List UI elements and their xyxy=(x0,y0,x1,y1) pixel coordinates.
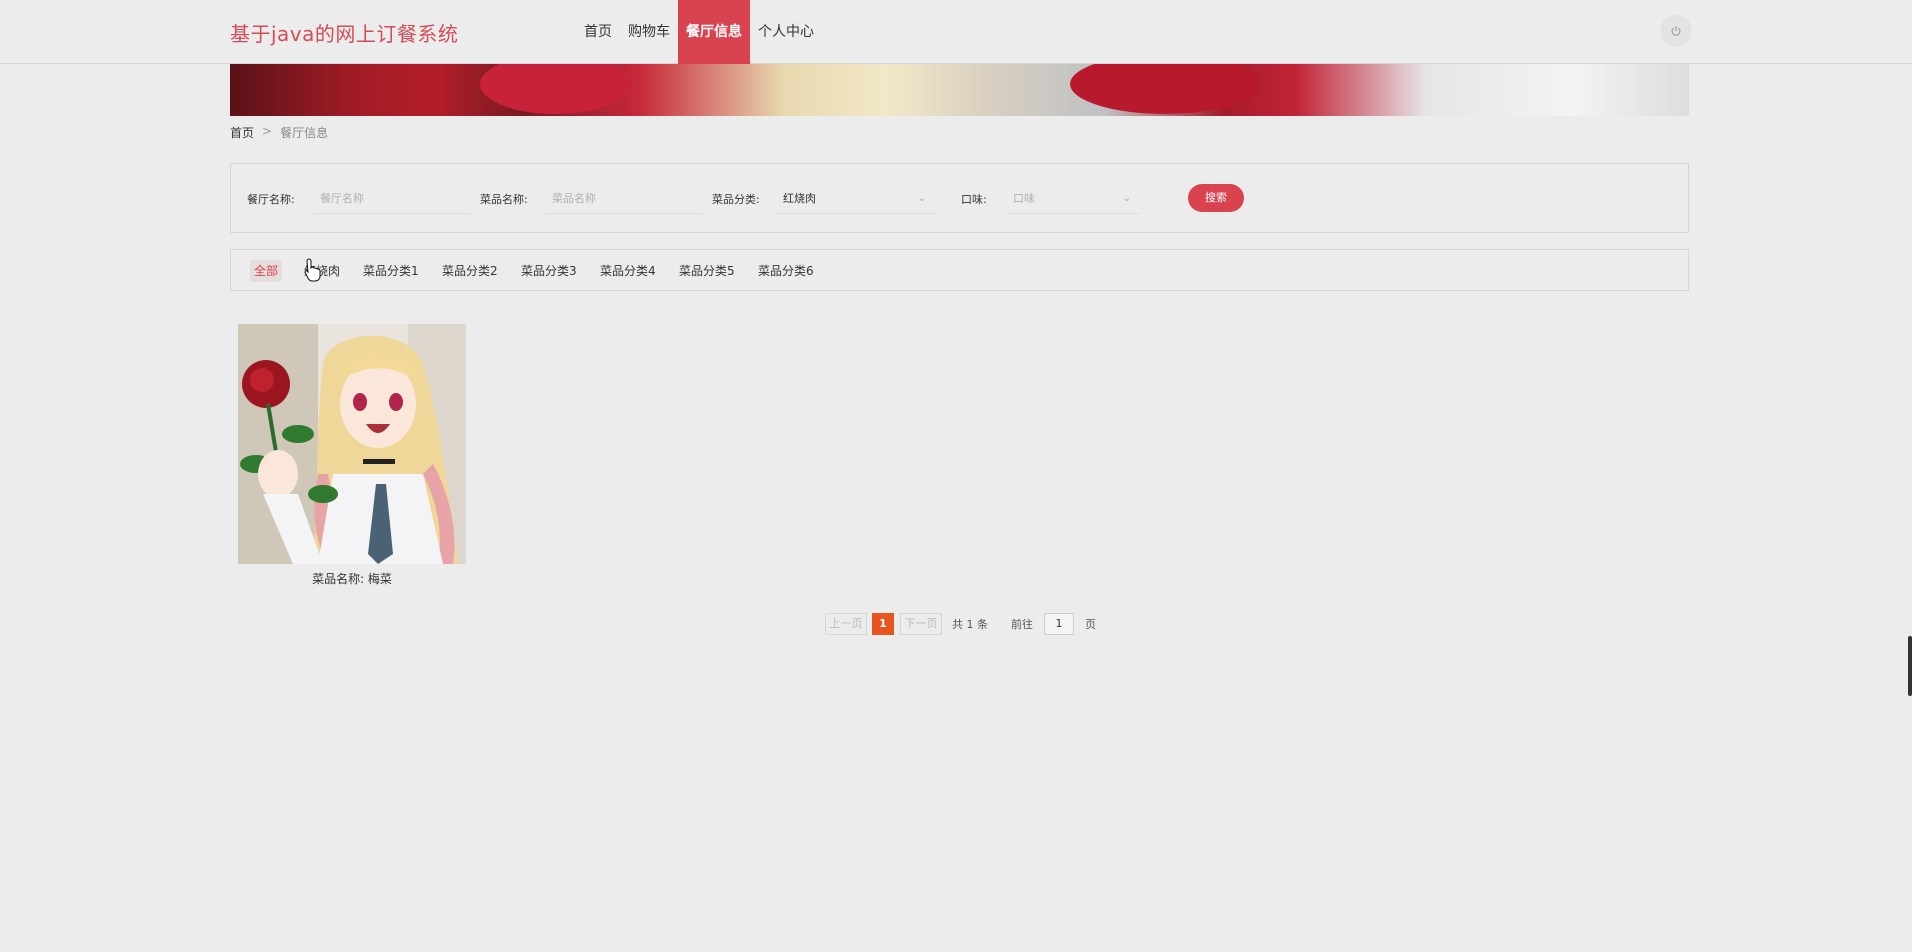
category-select[interactable]: 红烧肉 ⌄ xyxy=(776,184,936,214)
taste-select[interactable]: 口味 ⌄ xyxy=(1006,184,1141,214)
scrollbar-thumb[interactable] xyxy=(1908,636,1912,696)
nav-cart[interactable]: 购物车 xyxy=(620,0,678,64)
breadcrumb-current: 餐厅信息 xyxy=(280,126,329,140)
total-count: 共 1 条 xyxy=(952,618,988,631)
goto-label: 前往 xyxy=(1011,618,1033,631)
taste-label: 口味: xyxy=(961,193,987,206)
next-page-button[interactable]: 下一页 xyxy=(900,613,942,635)
product-card[interactable]: 菜品名称: 梅菜 xyxy=(238,324,466,587)
category-label: 菜品分类: xyxy=(712,193,760,206)
category-tab-5[interactable]: 菜品分类5 xyxy=(675,260,739,282)
site-title[interactable]: 基于java的网上订餐系统 xyxy=(230,18,458,47)
dish-name-input[interactable] xyxy=(545,184,703,214)
restaurant-name-label: 餐厅名称: xyxy=(247,193,295,206)
hand-cursor-icon xyxy=(304,258,321,282)
category-select-value: 红烧肉 xyxy=(783,192,816,205)
product-image[interactable] xyxy=(238,324,466,564)
power-icon xyxy=(1671,26,1681,36)
category-tab-all[interactable]: 全部 xyxy=(250,260,283,282)
breadcrumb-separator: > xyxy=(262,124,273,138)
category-tab-3[interactable]: 菜品分类3 xyxy=(517,260,581,282)
nav-personal-center[interactable]: 个人中心 xyxy=(750,0,822,64)
product-name[interactable]: 菜品名称: 梅菜 xyxy=(238,570,466,587)
category-tab-6[interactable]: 菜品分类6 xyxy=(754,260,818,282)
category-tab-4[interactable]: 菜品分类4 xyxy=(596,260,660,282)
page-number-1[interactable]: 1 xyxy=(872,613,894,635)
category-tab-1[interactable]: 菜品分类1 xyxy=(359,260,423,282)
search-panel: 餐厅名称: 菜品名称: 菜品分类: 红烧肉 ⌄ 口味: 口味 ⌄ 搜索 xyxy=(230,163,1689,233)
category-tab-2[interactable]: 菜品分类2 xyxy=(438,260,502,282)
banner-image xyxy=(230,64,1689,116)
chevron-down-icon: ⌄ xyxy=(1122,193,1131,204)
search-button[interactable]: 搜索 xyxy=(1188,184,1244,212)
page-suffix: 页 xyxy=(1085,618,1096,631)
logout-button[interactable] xyxy=(1660,15,1692,47)
goto-page-input[interactable]: 1 xyxy=(1044,613,1074,635)
nav-home[interactable]: 首页 xyxy=(576,0,620,64)
breadcrumb: 首页 > 餐厅信息 xyxy=(230,124,328,141)
dish-name-label: 菜品名称: xyxy=(480,193,528,206)
nav-restaurant-info[interactable]: 餐厅信息 xyxy=(678,0,750,64)
main-nav: 首页 购物车 餐厅信息 个人中心 xyxy=(576,0,822,64)
taste-select-placeholder: 口味 xyxy=(1013,192,1035,205)
category-tabs: 全部 红烧肉 菜品分类1 菜品分类2 菜品分类3 菜品分类4 菜品分类5 菜品分… xyxy=(230,249,1689,291)
breadcrumb-home[interactable]: 首页 xyxy=(230,124,254,141)
chevron-down-icon: ⌄ xyxy=(917,193,926,204)
top-header: 基于java的网上订餐系统 首页 购物车 餐厅信息 个人中心 xyxy=(0,0,1912,64)
restaurant-name-input[interactable] xyxy=(313,184,471,214)
prev-page-button[interactable]: 上一页 xyxy=(825,613,867,635)
